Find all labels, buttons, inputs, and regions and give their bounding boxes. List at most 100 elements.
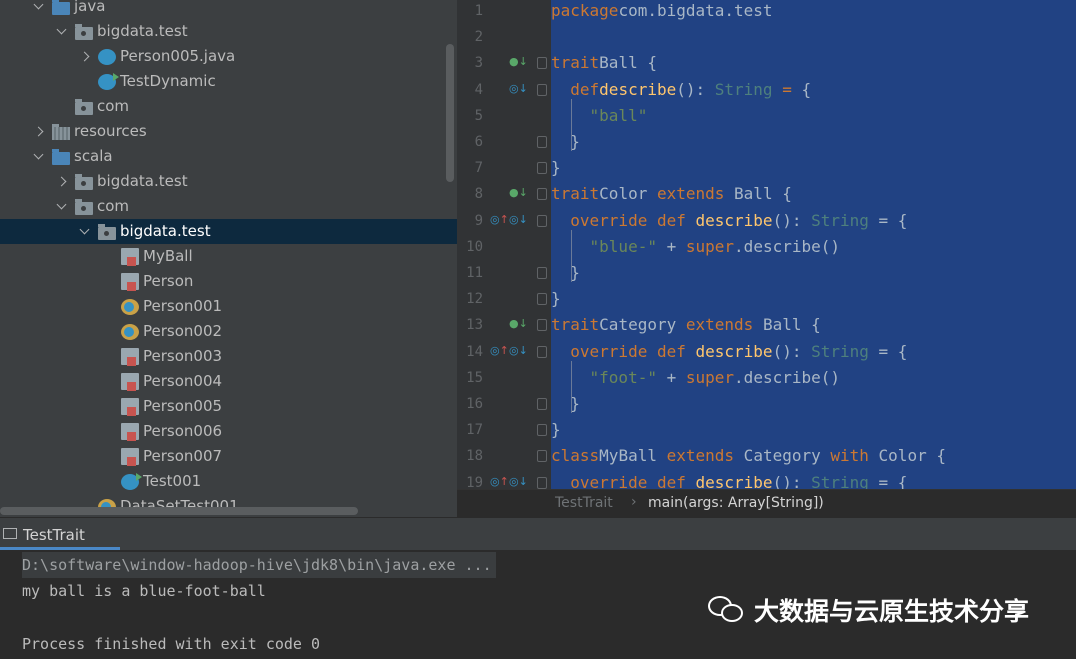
line-number: 2 bbox=[474, 29, 483, 46]
fold-marker-icon[interactable] bbox=[537, 424, 547, 437]
tree-item[interactable]: bigdata.test bbox=[0, 219, 457, 244]
class-icon bbox=[98, 49, 116, 65]
code-line: override def describe(): String = { bbox=[570, 472, 908, 489]
package-icon bbox=[75, 173, 93, 190]
tree-item-label: resources bbox=[74, 122, 147, 140]
line-number: 6 bbox=[474, 134, 483, 150]
tree-item[interactable]: Person005 bbox=[0, 394, 457, 419]
scala-file-icon bbox=[121, 248, 139, 266]
code-line: } bbox=[551, 394, 580, 413]
chevron-down-icon[interactable] bbox=[55, 25, 69, 39]
tree-item-label: com bbox=[97, 97, 130, 115]
tree-item[interactable]: resources bbox=[0, 119, 457, 144]
tree-item[interactable]: Person004 bbox=[0, 369, 457, 394]
tree-item[interactable]: TestDynamic bbox=[0, 69, 457, 94]
scala-file-icon bbox=[121, 273, 139, 291]
tree-item[interactable]: Person001 bbox=[0, 294, 457, 319]
chevron-right-icon[interactable] bbox=[78, 50, 92, 64]
line-number: 9 bbox=[474, 212, 483, 229]
fold-marker-icon[interactable] bbox=[537, 83, 547, 96]
chevron-down-icon[interactable] bbox=[78, 225, 92, 239]
fold-marker-icon[interactable] bbox=[537, 214, 547, 227]
class-runnable-icon bbox=[121, 473, 142, 490]
tree-horizontal-scrollbar[interactable] bbox=[0, 507, 358, 515]
chevron-down-icon[interactable] bbox=[55, 200, 69, 214]
fold-marker-icon[interactable] bbox=[537, 476, 547, 489]
chevron-right-icon[interactable] bbox=[55, 175, 69, 189]
tree-item-label: bigdata.test bbox=[97, 22, 188, 40]
code-editor[interactable]: packagecom.bigdata.test traitBall { defde… bbox=[551, 0, 1076, 489]
tree-item[interactable]: Person007 bbox=[0, 444, 457, 469]
fold-marker-icon[interactable] bbox=[537, 345, 547, 358]
chevron-down-icon[interactable] bbox=[32, 0, 46, 14]
code-line: defdescribe(): String = { bbox=[570, 79, 812, 99]
implemented-marker-icon[interactable]: ●↓ bbox=[509, 317, 528, 331]
implemented-marker-icon[interactable]: ●↓ bbox=[509, 55, 528, 69]
no-chevron bbox=[101, 475, 115, 489]
tree-item[interactable]: Person003 bbox=[0, 344, 457, 369]
fold-marker-icon[interactable] bbox=[537, 188, 547, 201]
tree-item-label: Person bbox=[143, 272, 194, 290]
code-line: } bbox=[551, 132, 580, 151]
tree-item[interactable]: Person002 bbox=[0, 319, 457, 344]
tree-item[interactable]: com bbox=[0, 94, 457, 119]
breadcrumb-method[interactable]: main(args: Array[String]) bbox=[648, 495, 824, 511]
overridden-marker-icon[interactable]: ◎↓ bbox=[509, 344, 528, 358]
scala-file-icon bbox=[121, 398, 139, 416]
breadcrumb-file[interactable]: TestTrait bbox=[555, 495, 613, 511]
tree-item[interactable]: Test001 bbox=[0, 469, 457, 494]
package-icon bbox=[98, 223, 116, 240]
folder-blue-icon bbox=[52, 0, 70, 15]
tree-item[interactable]: scala bbox=[0, 144, 457, 169]
code-line: packagecom.bigdata.test bbox=[551, 1, 773, 20]
fold-marker-icon[interactable] bbox=[537, 319, 547, 332]
tree-item[interactable]: MyBall bbox=[0, 244, 457, 269]
package-icon bbox=[75, 98, 93, 115]
line-number: 15 bbox=[466, 369, 483, 386]
overrides-marker-icon[interactable]: ◎↑ bbox=[490, 213, 509, 227]
no-chevron bbox=[101, 300, 115, 314]
fold-marker-icon[interactable] bbox=[537, 293, 547, 306]
no-chevron bbox=[101, 350, 115, 364]
tree-vertical-scrollbar[interactable] bbox=[446, 44, 454, 182]
tree-item[interactable]: bigdata.test bbox=[0, 169, 457, 194]
code-line: "foot-" + super.describe() bbox=[589, 367, 841, 387]
chevron-right-icon[interactable] bbox=[32, 125, 46, 139]
code-line: "ball" bbox=[589, 105, 648, 125]
fold-marker-icon[interactable] bbox=[537, 267, 547, 279]
tree-item[interactable]: com bbox=[0, 194, 457, 219]
tree-item-label: Person003 bbox=[143, 347, 223, 365]
code-line: } bbox=[551, 420, 561, 440]
overrides-marker-icon[interactable]: ◎↑ bbox=[490, 344, 509, 358]
fold-marker-icon[interactable] bbox=[537, 398, 547, 410]
tree-item-label: bigdata.test bbox=[97, 172, 188, 190]
run-tab-label: TestTrait bbox=[23, 526, 85, 544]
implemented-marker-icon[interactable]: ●↓ bbox=[509, 186, 528, 200]
tree-item[interactable]: Person006 bbox=[0, 419, 457, 444]
overridden-marker-icon[interactable]: ◎↓ bbox=[509, 213, 528, 227]
chevron-down-icon[interactable] bbox=[32, 150, 46, 164]
run-tab-bar: TestTrait bbox=[0, 517, 1076, 551]
console-command-line[interactable]: D:\software\window-hadoop-hive\jdk8\bin\… bbox=[22, 552, 496, 578]
no-chevron bbox=[101, 400, 115, 414]
fold-marker-icon[interactable] bbox=[537, 136, 547, 148]
code-line: traitBall { bbox=[551, 53, 657, 73]
code-line: } bbox=[551, 158, 561, 178]
tree-item-label: com bbox=[97, 197, 130, 215]
line-number: 17 bbox=[466, 422, 483, 439]
line-number: 14 bbox=[466, 343, 483, 360]
tree-item[interactable]: Person bbox=[0, 269, 457, 294]
tree-item[interactable]: bigdata.test bbox=[0, 19, 457, 44]
overridden-marker-icon[interactable]: ◎↓ bbox=[509, 475, 528, 489]
tree-item[interactable]: Person005.java bbox=[0, 44, 457, 69]
fold-marker-icon[interactable] bbox=[537, 450, 547, 463]
fold-marker-icon[interactable] bbox=[537, 162, 547, 175]
tree-item[interactable]: java bbox=[0, 0, 457, 19]
overrides-marker-icon[interactable]: ◎↑ bbox=[490, 475, 509, 489]
fold-marker-icon[interactable] bbox=[537, 57, 547, 70]
no-chevron bbox=[101, 425, 115, 439]
overridden-marker-icon[interactable]: ◎↓ bbox=[509, 82, 528, 96]
console-icon bbox=[3, 528, 17, 539]
code-line: } bbox=[551, 289, 561, 309]
run-tab[interactable]: TestTrait bbox=[0, 518, 120, 551]
